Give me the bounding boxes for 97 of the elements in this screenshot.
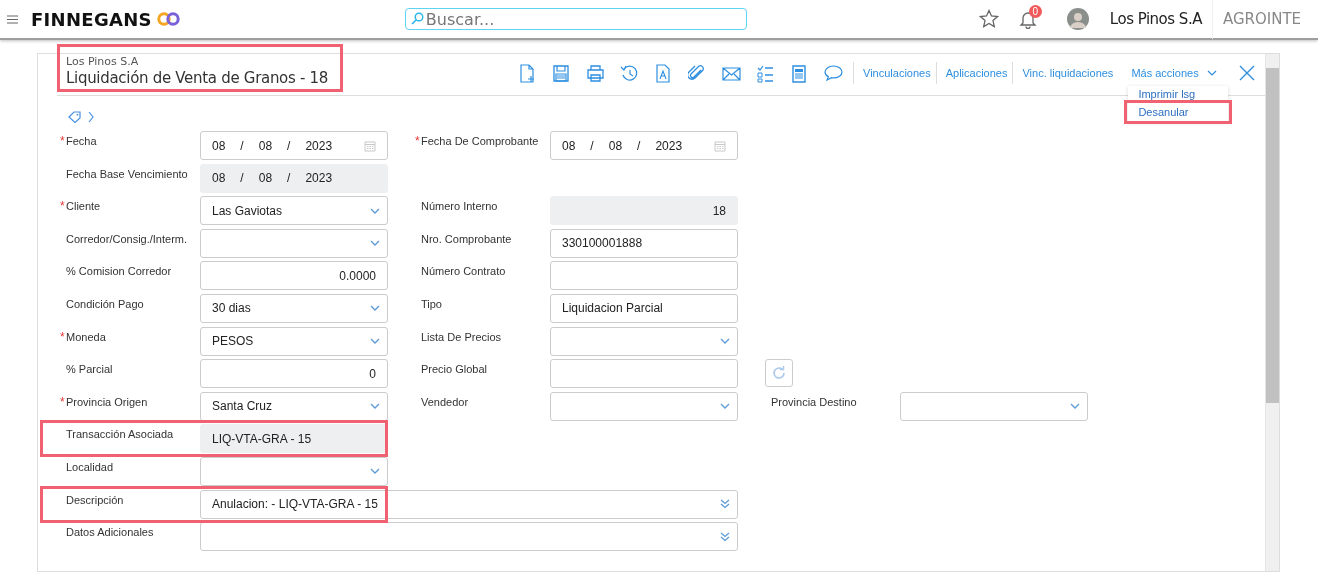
chevron-down-icon bbox=[369, 239, 381, 248]
field-label: % Parcial bbox=[66, 363, 113, 376]
required-mark: * bbox=[60, 395, 66, 408]
history-icon[interactable] bbox=[620, 63, 639, 83]
field-label: Localidad bbox=[66, 460, 114, 473]
dropdown-field[interactable]: Santa Cruz bbox=[200, 391, 388, 421]
input-field[interactable]: 0 bbox=[200, 359, 388, 389]
field-label: Moneda bbox=[66, 330, 106, 343]
field-label: Nro. Comprobante bbox=[421, 232, 512, 245]
field-label: Fecha Base Vencimiento bbox=[66, 167, 188, 180]
logo-icon bbox=[156, 12, 181, 26]
chevron-down-icon bbox=[369, 304, 381, 313]
tenant-name[interactable]: AGROINTE bbox=[1211, 0, 1302, 39]
dropdown-field[interactable]: 30 dias bbox=[200, 293, 388, 323]
dropdown-field[interactable] bbox=[200, 228, 388, 258]
field-label: Corredor/Consig./Interm. bbox=[66, 232, 188, 245]
dropdown-field[interactable]: Las Gaviotas bbox=[200, 196, 388, 226]
input-field: LIQ-VTA-GRA - 15 bbox=[200, 424, 388, 454]
chevron-down-icon bbox=[369, 337, 381, 346]
input-field[interactable] bbox=[550, 261, 738, 291]
star-icon[interactable] bbox=[978, 9, 999, 29]
close-icon[interactable] bbox=[1238, 65, 1255, 81]
field-label: Número Interno bbox=[421, 200, 498, 213]
caret-icon bbox=[1206, 70, 1217, 76]
field-label: Fecha De Comprobante bbox=[421, 135, 539, 147]
menu-icon[interactable] bbox=[7, 14, 18, 24]
chevron-down-icon bbox=[369, 206, 381, 215]
field-label: Tipo bbox=[421, 297, 442, 310]
search-field[interactable]: Buscar... bbox=[404, 8, 747, 30]
required-mark: * bbox=[415, 135, 421, 147]
document-title: Liquidación de Venta de Granos - 18 bbox=[66, 68, 330, 88]
scrollbar[interactable] bbox=[1265, 54, 1279, 571]
field-label: Datos Adicionales bbox=[66, 526, 154, 539]
field-label: Provincia Destino bbox=[771, 395, 857, 408]
calendar-icon[interactable] bbox=[364, 139, 376, 152]
required-mark: * bbox=[60, 200, 66, 213]
toolbar-link[interactable]: Aplicaciones bbox=[945, 67, 1008, 79]
printer-icon[interactable] bbox=[586, 63, 605, 83]
document-company: Los Pinos S.A bbox=[66, 55, 140, 68]
text-area-field[interactable]: Anulacion: - LIQ-VTA-GRA - 15 bbox=[200, 489, 738, 519]
input-field[interactable]: 330100001888 bbox=[550, 228, 738, 258]
text-area-field[interactable] bbox=[200, 522, 738, 552]
required-mark: * bbox=[60, 330, 66, 343]
chevron-down-icon bbox=[719, 402, 731, 411]
toolbar-link[interactable]: Vinculaciones bbox=[863, 67, 931, 79]
refresh-button[interactable] bbox=[765, 359, 793, 388]
field-label: % Comision Corredor bbox=[66, 265, 172, 278]
report-icon[interactable] bbox=[790, 63, 809, 83]
dropdown-field[interactable] bbox=[550, 326, 738, 356]
field-label: Número Contrato bbox=[421, 265, 506, 278]
text-document-icon[interactable] bbox=[654, 63, 673, 83]
input-field: 18 bbox=[550, 196, 738, 226]
input-field[interactable]: 0.0000 bbox=[200, 261, 388, 291]
search-icon bbox=[410, 12, 424, 25]
field-label: Cliente bbox=[66, 200, 101, 213]
dropdown-field[interactable] bbox=[200, 456, 388, 486]
brand-logo-text: FINNEGANS bbox=[31, 8, 152, 30]
dropdown-field[interactable] bbox=[900, 391, 1088, 421]
input-field[interactable]: Liquidacion Parcial bbox=[550, 293, 738, 323]
required-mark: * bbox=[60, 135, 66, 147]
double-chevron-icon[interactable] bbox=[719, 499, 731, 510]
dropdown-field[interactable]: PESOS bbox=[200, 326, 388, 356]
checklist-icon[interactable] bbox=[756, 63, 775, 83]
new-document-icon[interactable] bbox=[518, 63, 537, 83]
chevron-down-icon bbox=[1069, 402, 1081, 411]
paperclip-icon[interactable] bbox=[688, 63, 707, 83]
dropdown-field[interactable] bbox=[550, 391, 738, 421]
field-label: Descripción bbox=[66, 493, 124, 506]
calendar-icon[interactable] bbox=[714, 139, 726, 152]
date-field: 08 / 08 / 2023 bbox=[200, 163, 388, 193]
toolbar-link[interactable]: Vinc. liquidaciones bbox=[1022, 67, 1114, 79]
bell-icon[interactable] bbox=[1018, 9, 1037, 29]
scrollbar-thumb[interactable] bbox=[1266, 68, 1279, 403]
notification-badge: 0 bbox=[1028, 4, 1042, 18]
chevron-down-icon bbox=[369, 402, 381, 411]
field-label: Lista De Precios bbox=[421, 330, 502, 343]
input-field[interactable] bbox=[550, 359, 738, 389]
field-label: Condición Pago bbox=[66, 297, 144, 310]
chevron-down-icon bbox=[369, 467, 381, 476]
field-label: Precio Global bbox=[421, 363, 488, 376]
chat-bubble-icon[interactable] bbox=[824, 63, 843, 83]
field-label: Fecha bbox=[66, 135, 97, 147]
chevron-down-icon bbox=[719, 337, 731, 346]
tag-icon[interactable] bbox=[68, 111, 82, 123]
field-label: Vendedor bbox=[421, 395, 469, 408]
more-actions-menu[interactable]: Más acciones bbox=[1131, 67, 1217, 79]
date-field[interactable]: 08 / 08 / 2023 bbox=[550, 131, 738, 160]
double-chevron-icon[interactable] bbox=[719, 531, 731, 542]
date-field[interactable]: 08 / 08 / 2023 bbox=[200, 131, 388, 160]
field-label: Transacción Asociada bbox=[66, 428, 174, 441]
menu-item[interactable]: Imprimir lsg bbox=[1128, 86, 1229, 102]
field-label: Provincia Origen bbox=[66, 395, 148, 408]
refresh-icon bbox=[771, 365, 787, 382]
avatar[interactable] bbox=[1066, 8, 1089, 30]
save-icon[interactable] bbox=[552, 63, 571, 83]
chevron-right-icon[interactable] bbox=[88, 111, 94, 123]
company-name[interactable]: Los Pinos S.A bbox=[1109, 10, 1202, 28]
